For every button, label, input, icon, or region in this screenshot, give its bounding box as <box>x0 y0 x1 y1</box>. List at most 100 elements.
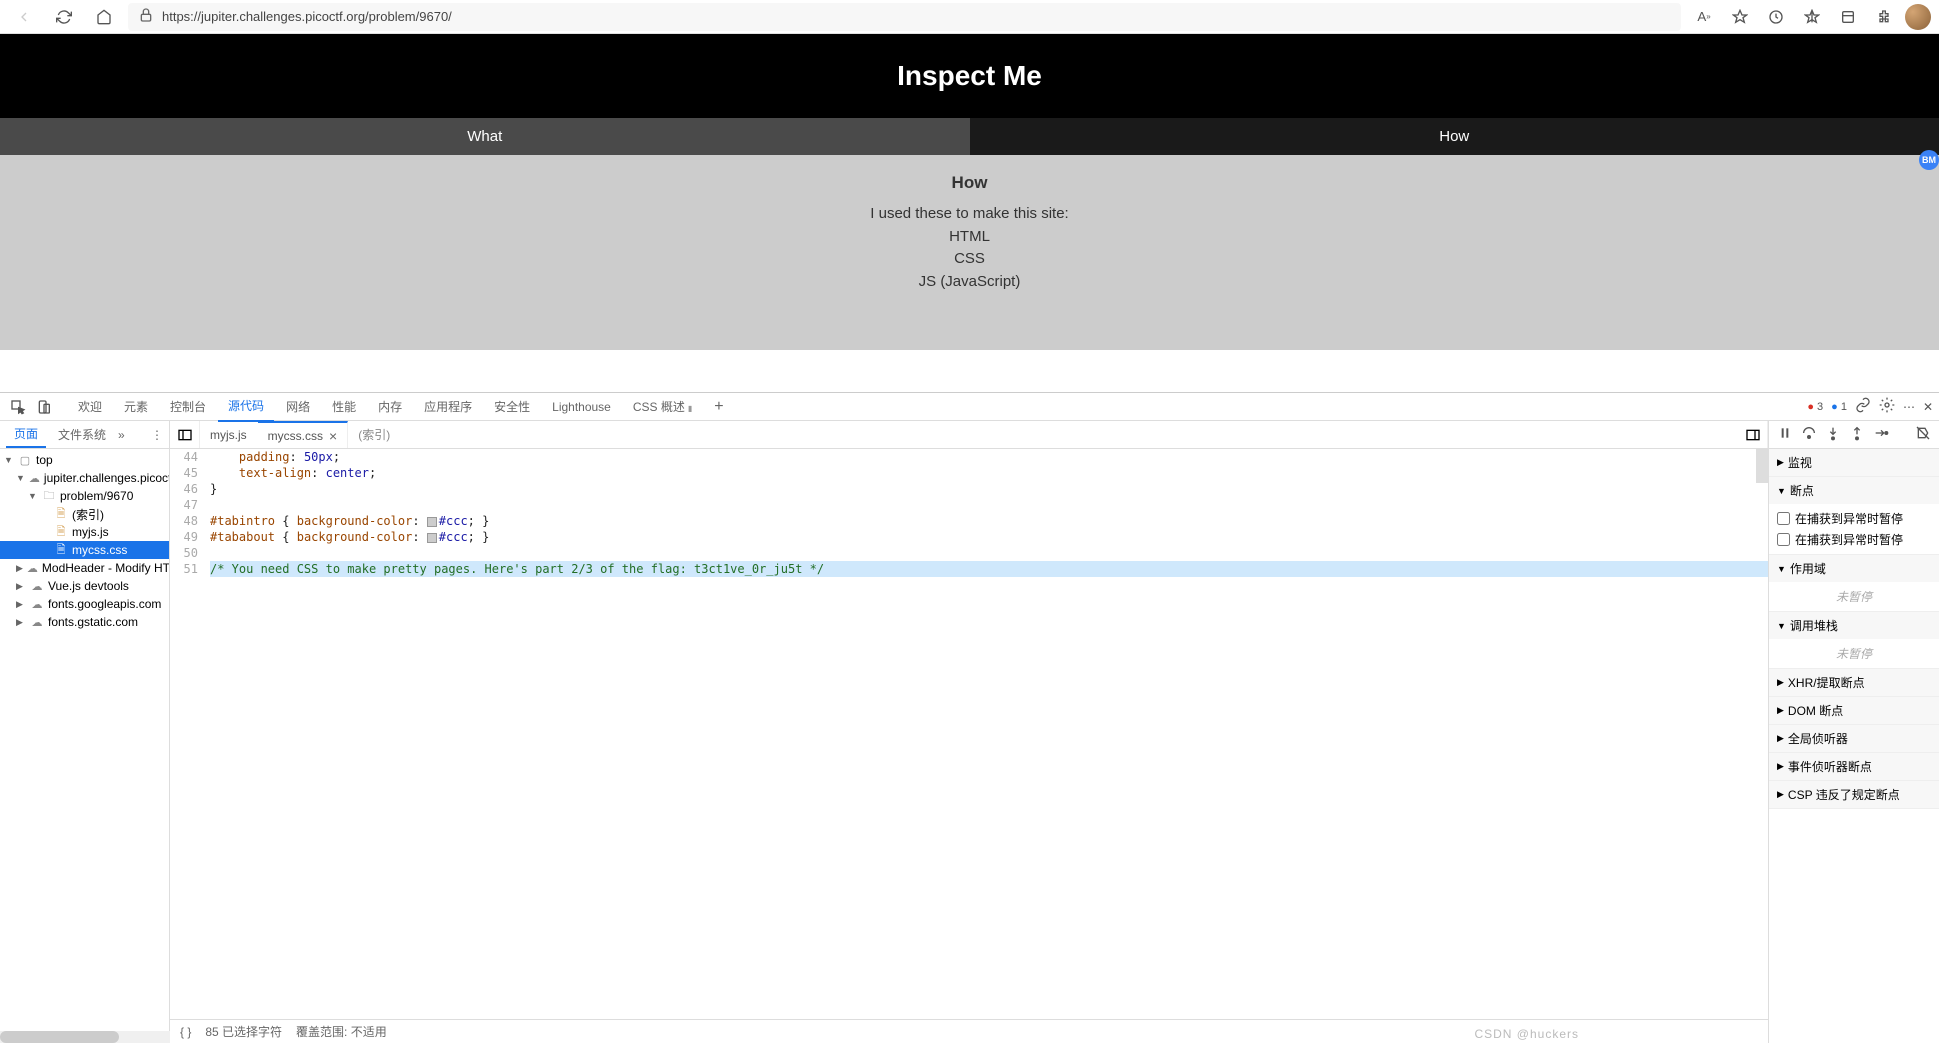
dom-header[interactable]: ▶DOM 断点 <box>1769 697 1939 724</box>
favorites-bar-icon[interactable] <box>1797 3 1827 31</box>
scroll-indicator[interactable] <box>1756 449 1768 1019</box>
refresh-button[interactable] <box>48 3 80 31</box>
step-icon[interactable] <box>1873 425 1889 444</box>
tree-ext-vue[interactable]: ▶Vue.js devtools <box>0 577 169 595</box>
step-into-icon[interactable] <box>1825 425 1841 444</box>
tree-myjs[interactable]: myjs.js <box>0 523 169 541</box>
global-header[interactable]: ▶全局侦听器 <box>1769 725 1939 752</box>
content-heading: How <box>0 173 1939 193</box>
editor-tab-mycss[interactable]: mycss.css× <box>258 421 349 448</box>
xhr-header[interactable]: ▶XHR/提取断点 <box>1769 669 1939 696</box>
h-scrollbar[interactable] <box>0 1031 170 1043</box>
tab-performance[interactable]: 性能 <box>322 392 366 421</box>
tree-index[interactable]: (索引) <box>0 505 169 523</box>
tab-console[interactable]: 控制台 <box>160 392 216 421</box>
editor-tabs: myjs.js mycss.css× (索引) <box>170 421 1768 449</box>
source-editor: myjs.js mycss.css× (索引) 44 45 46 47 48 4… <box>170 421 1769 1043</box>
device-toggle-icon[interactable] <box>32 395 56 419</box>
error-count[interactable]: 3 <box>1807 401 1823 413</box>
add-tab-button[interactable]: + <box>704 392 733 422</box>
bp-pause-exception-2[interactable]: 在捕获到异常时暂停 <box>1777 529 1931 550</box>
deactivate-breakpoints-icon[interactable] <box>1915 425 1931 444</box>
nav-tab-page[interactable]: 页面 <box>6 421 46 448</box>
tab-css-overview[interactable]: CSS 概述 <box>623 392 702 421</box>
sync-icon[interactable] <box>1761 3 1791 31</box>
event-header[interactable]: ▶事件侦听器断点 <box>1769 753 1939 780</box>
scope-header[interactable]: ▼作用域 <box>1769 555 1939 582</box>
info-count[interactable]: 1 <box>1831 401 1847 413</box>
page-title: Inspect Me <box>0 34 1939 118</box>
tab-memory[interactable]: 内存 <box>368 392 412 421</box>
step-out-icon[interactable] <box>1849 425 1865 444</box>
nav-menu-icon[interactable]: ⋮ <box>151 428 163 442</box>
content-line-1: HTML <box>0 226 1939 249</box>
tab-what[interactable]: What <box>0 118 970 155</box>
inspect-element-icon[interactable] <box>6 395 30 419</box>
cloud-icon <box>30 615 44 629</box>
tab-welcome[interactable]: 欢迎 <box>68 392 112 421</box>
tree-folder[interactable]: ▼problem/9670 <box>0 487 169 505</box>
csp-header[interactable]: ▶CSP 违反了规定断点 <box>1769 781 1939 808</box>
tab-content: How I used these to make this site: HTML… <box>0 155 1939 311</box>
close-devtools-icon[interactable]: ✕ <box>1923 400 1933 414</box>
watermark: CSDN @huckers <box>1474 1027 1579 1041</box>
bp-pause-exception-1[interactable]: 在捕获到异常时暂停 <box>1777 508 1931 529</box>
tree-top[interactable]: ▼top <box>0 451 169 469</box>
tab-elements[interactable]: 元素 <box>114 392 158 421</box>
toggle-debugger-icon[interactable] <box>1738 421 1768 448</box>
watch-header[interactable]: ▶监视 <box>1769 449 1939 476</box>
status-selection: 85 已选择字符 <box>205 1023 282 1040</box>
home-button[interactable] <box>88 3 120 31</box>
section-csp: ▶CSP 违反了规定断点 <box>1769 781 1939 809</box>
code-lines: padding: 50px; text-align: center; } #ta… <box>204 449 1768 1019</box>
callstack-header[interactable]: ▼调用堆栈 <box>1769 612 1939 639</box>
profile-avatar[interactable] <box>1905 4 1931 30</box>
settings-icon[interactable] <box>1879 397 1895 416</box>
tab-network[interactable]: 网络 <box>276 392 320 421</box>
tab-security[interactable]: 安全性 <box>484 392 540 421</box>
tab-sources[interactable]: 源代码 <box>218 391 274 422</box>
debugger-sections: ▶监视 ▼断点 在捕获到异常时暂停 在捕获到异常时暂停 ▼作用域 未暂停 ▼调用… <box>1769 449 1939 1043</box>
nav-more-tabs[interactable]: » <box>118 428 125 442</box>
favorite-icon[interactable] <box>1725 3 1755 31</box>
floating-badge[interactable]: BM <box>1919 150 1939 170</box>
tab-lighthouse[interactable]: Lighthouse <box>542 394 621 420</box>
tree-fonts-g[interactable]: ▶fonts.googleapis.com <box>0 595 169 613</box>
extensions-icon[interactable] <box>1869 3 1899 31</box>
browser-toolbar: https://jupiter.challenges.picoctf.org/p… <box>0 0 1939 34</box>
close-tab-icon[interactable]: × <box>329 428 337 444</box>
line-gutter: 44 45 46 47 48 49 50 51 <box>170 449 204 1019</box>
section-event: ▶事件侦听器断点 <box>1769 753 1939 781</box>
callstack-empty: 未暂停 <box>1769 639 1939 668</box>
address-bar[interactable]: https://jupiter.challenges.picoctf.org/p… <box>128 3 1681 31</box>
code-editor[interactable]: 44 45 46 47 48 49 50 51 padding: 50px; t… <box>170 449 1768 1019</box>
read-aloud-icon[interactable]: A» <box>1689 3 1719 31</box>
tab-how[interactable]: How <box>970 118 1939 155</box>
tree-domain[interactable]: ▼jupiter.challenges.picoctf.org <box>0 469 169 487</box>
more-icon[interactable]: ⋯ <box>1903 400 1915 414</box>
breakpoints-header[interactable]: ▼断点 <box>1769 477 1939 504</box>
status-braces[interactable]: { } <box>180 1025 191 1039</box>
url-text: https://jupiter.challenges.picoctf.org/p… <box>162 9 452 24</box>
lock-icon <box>138 7 154 26</box>
file-icon <box>54 541 68 559</box>
scope-empty: 未暂停 <box>1769 582 1939 611</box>
pause-icon[interactable] <box>1777 425 1793 444</box>
toggle-navigator-icon[interactable] <box>170 421 200 448</box>
cloud-icon <box>30 597 44 611</box>
file-tree: ▼top ▼jupiter.challenges.picoctf.org ▼pr… <box>0 449 169 1043</box>
tree-ext-modheader[interactable]: ▶ModHeader - Modify HTTP hea <box>0 559 169 577</box>
editor-tab-myjs[interactable]: myjs.js <box>200 421 258 448</box>
link-icon[interactable] <box>1855 397 1871 416</box>
tree-fonts-gs[interactable]: ▶fonts.gstatic.com <box>0 613 169 631</box>
back-button[interactable] <box>8 3 40 31</box>
folder-icon <box>42 487 56 505</box>
tree-mycss[interactable]: mycss.css <box>0 541 169 559</box>
tab-application[interactable]: 应用程序 <box>414 392 482 421</box>
section-dom: ▶DOM 断点 <box>1769 697 1939 725</box>
debugger-panel: ▶监视 ▼断点 在捕获到异常时暂停 在捕获到异常时暂停 ▼作用域 未暂停 ▼调用… <box>1769 421 1939 1043</box>
nav-tab-filesystem[interactable]: 文件系统 <box>50 422 114 447</box>
step-over-icon[interactable] <box>1801 425 1817 444</box>
debugger-controls <box>1769 421 1939 449</box>
collections-icon[interactable] <box>1833 3 1863 31</box>
